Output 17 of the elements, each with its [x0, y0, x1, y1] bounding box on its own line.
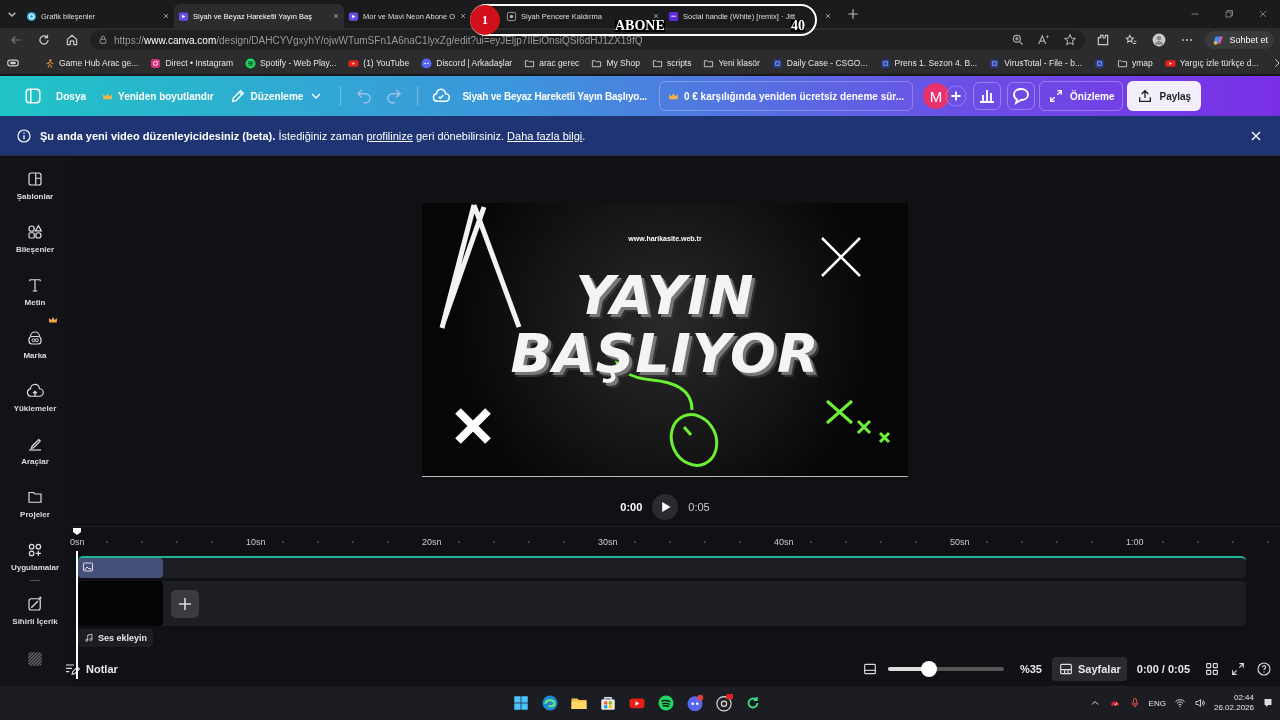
current-time: 0:00: [620, 501, 643, 513]
time-tick-label: 50sn: [950, 537, 971, 547]
time-tick-label: 30sn: [598, 537, 619, 547]
duration-time: 0:05: [688, 501, 710, 513]
headline-text: BAŞLIYOR: [510, 325, 820, 383]
url-text: https://www.canva.com/design/DAHCYVgxyhY/ojwWTumSFn1A6naC1lyxZg/edit?ui=eyJEljp7IlEiOnsiQSI6dHJ1ZX19fQ: [114, 34, 643, 46]
subscriber-goal: 40: [791, 20, 805, 32]
zoom-level: %35: [1019, 662, 1042, 675]
playback-time: 0:00 / 0:05: [1136, 662, 1190, 675]
time-tick-label: 20sn: [422, 537, 443, 547]
headline-text: YAYIN: [575, 267, 755, 325]
subscribe-label: ABONE: [615, 20, 665, 32]
time-tick-label: 1:00: [1126, 537, 1145, 547]
time-tick-label: 10sn: [246, 537, 267, 547]
time-tick-label: 40sn: [774, 537, 795, 547]
time-tick-label: 0sn: [70, 537, 86, 547]
banner-message: Şu anda yeni video düzenleyicidesiniz (beta). İstediğiniz zaman profilinize geri dönebilirsiniz. Daha fazla bilgi.: [40, 129, 586, 142]
